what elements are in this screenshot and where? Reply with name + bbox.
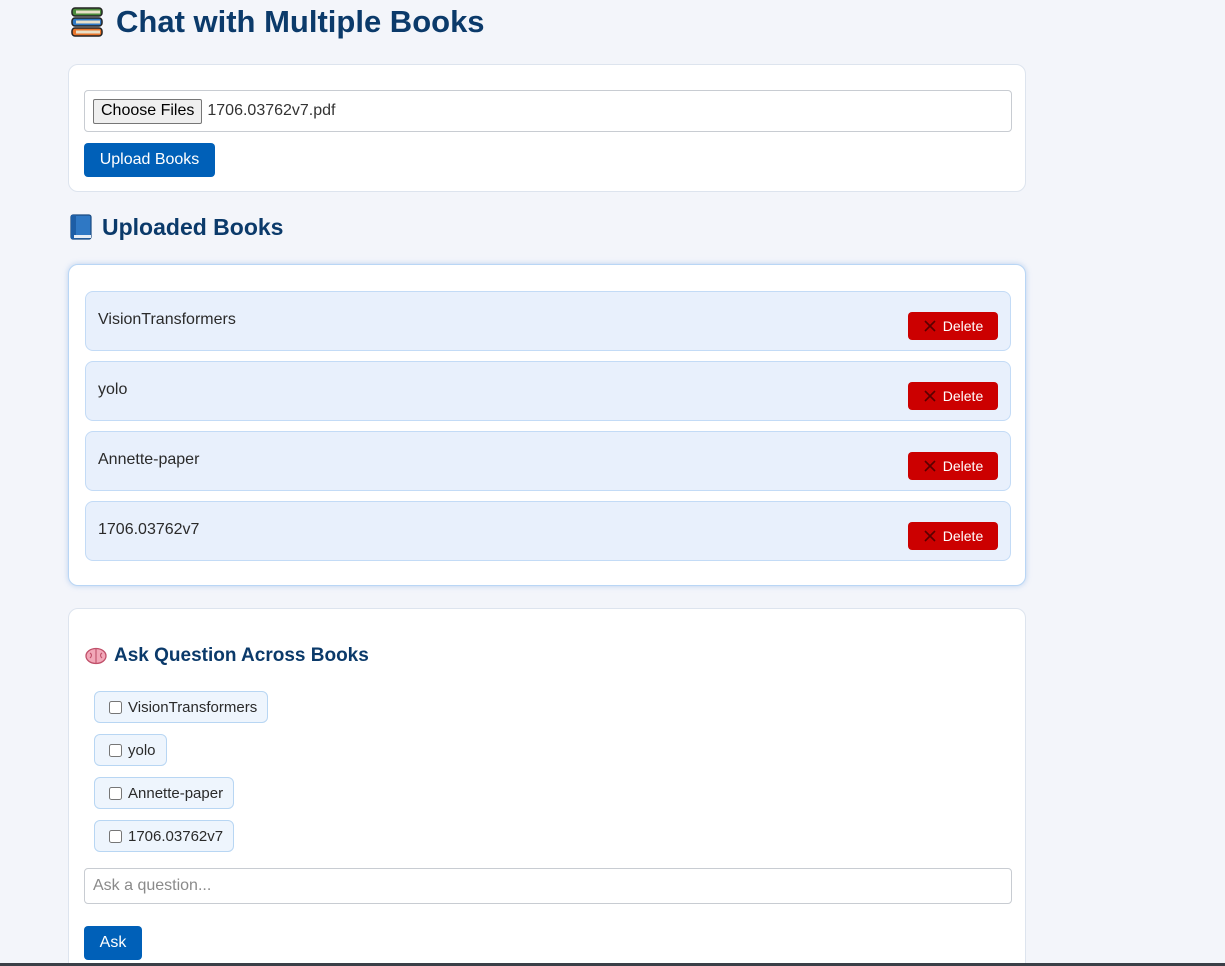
delete-book-button[interactable]: Delete: [908, 312, 998, 340]
books-icon: [70, 5, 104, 39]
file-input[interactable]: Choose Files 1706.03762v7.pdf: [84, 90, 1012, 132]
ask-button[interactable]: Ask: [84, 926, 142, 960]
uploaded-books-list: VisionTransformers Delete yolo Delete An…: [68, 264, 1026, 586]
book-option-label: VisionTransformers: [128, 698, 258, 716]
close-icon: [923, 389, 937, 403]
delete-book-button[interactable]: Delete: [908, 452, 998, 480]
book-option-chip[interactable]: VisionTransformers: [94, 691, 269, 723]
delete-label: Delete: [942, 528, 984, 544]
book-icon: [68, 213, 94, 241]
upload-books-button[interactable]: Upload Books: [84, 143, 215, 177]
book-name: Annette-paper: [98, 451, 200, 468]
delete-book-button[interactable]: Delete: [908, 522, 998, 550]
book-row: yolo Delete: [85, 361, 1011, 421]
book-row: 1706.03762v7 Delete: [85, 501, 1011, 561]
page-title: Chat with Multiple Books: [70, 4, 485, 40]
book-row: VisionTransformers Delete: [85, 291, 1011, 351]
book-row: Annette-paper Delete: [85, 431, 1011, 491]
close-icon: [923, 319, 937, 333]
book-name: 1706.03762v7: [98, 521, 200, 538]
book-option-checkbox[interactable]: [109, 743, 122, 757]
brain-icon: [85, 647, 107, 665]
question-input[interactable]: [84, 868, 1012, 904]
upload-card: Choose Files 1706.03762v7.pdf Upload Boo…: [68, 64, 1026, 192]
book-option-checkbox[interactable]: [109, 786, 122, 800]
delete-label: Delete: [942, 458, 984, 474]
book-option-checkbox[interactable]: [109, 700, 122, 714]
book-option-label: yolo: [128, 741, 156, 759]
delete-label: Delete: [942, 388, 984, 404]
delete-label: Delete: [942, 318, 984, 334]
book-option-chip[interactable]: 1706.03762v7: [94, 820, 235, 852]
uploaded-books-title: Uploaded Books: [102, 213, 284, 240]
selected-file-name: 1706.03762v7.pdf: [207, 102, 336, 119]
book-option-chip[interactable]: Annette-paper: [94, 777, 235, 809]
book-option-checkbox[interactable]: [109, 829, 122, 843]
page: Chat with Multiple Books Choose Files 17…: [0, 0, 1225, 966]
book-option-chip[interactable]: yolo: [94, 734, 167, 766]
uploaded-books-heading: Uploaded Books: [68, 213, 283, 241]
close-icon: [923, 459, 937, 473]
book-name: VisionTransformers: [98, 311, 236, 328]
ask-question-title: Ask Question Across Books: [114, 645, 369, 666]
delete-book-button[interactable]: Delete: [908, 382, 998, 410]
book-name: yolo: [98, 381, 128, 398]
book-option-label: 1706.03762v7: [128, 827, 224, 845]
ask-question-heading: Ask Question Across Books: [85, 645, 369, 667]
choose-files-button[interactable]: Choose Files: [93, 98, 203, 124]
ask-question-card: Ask Question Across Books VisionTransfor…: [68, 608, 1026, 966]
close-icon: [923, 529, 937, 543]
book-option-label: Annette-paper: [128, 784, 224, 802]
page-title-text: Chat with Multiple Books: [116, 4, 485, 39]
